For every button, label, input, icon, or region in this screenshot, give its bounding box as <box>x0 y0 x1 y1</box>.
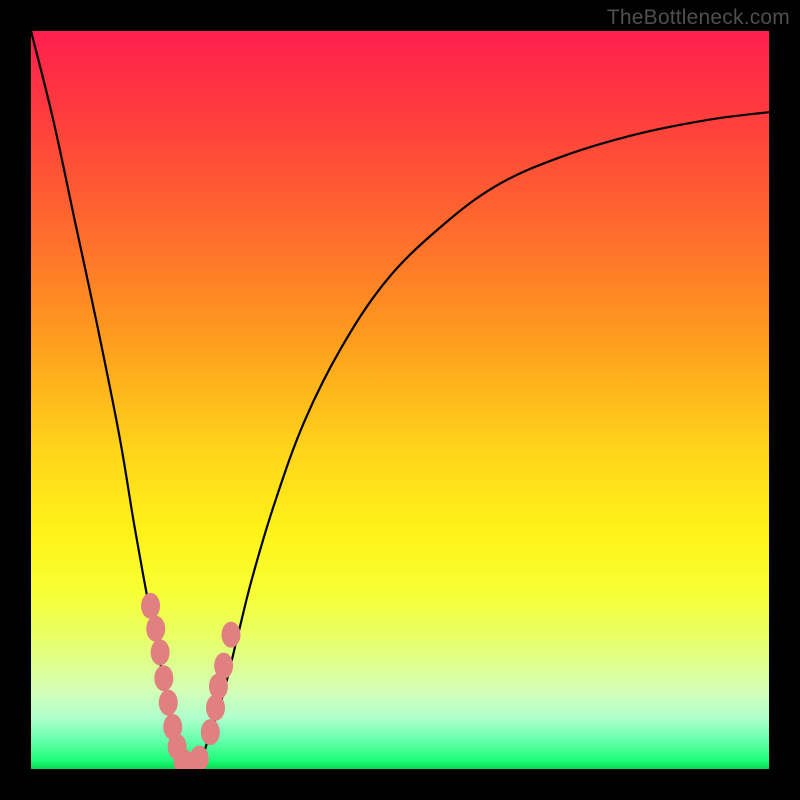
markers-layer <box>141 593 240 769</box>
chart-frame: TheBottleneck.com <box>0 0 800 800</box>
watermark-text: TheBottleneck.com <box>607 6 790 30</box>
data-marker <box>159 690 178 716</box>
data-marker <box>214 653 233 679</box>
data-marker <box>190 746 209 769</box>
data-marker <box>174 749 193 769</box>
plot-area <box>31 31 769 769</box>
data-marker <box>221 622 240 648</box>
data-marker <box>163 714 182 740</box>
data-marker <box>154 665 173 691</box>
data-marker <box>151 639 170 665</box>
data-marker <box>182 752 201 769</box>
chart-svg <box>31 31 769 769</box>
data-marker <box>168 734 187 760</box>
data-marker <box>146 616 165 642</box>
data-marker <box>209 673 228 699</box>
bottleneck-curve <box>31 31 769 769</box>
data-marker <box>201 719 220 745</box>
data-marker <box>206 695 225 721</box>
curve-layer <box>31 31 769 769</box>
data-marker <box>141 593 160 619</box>
